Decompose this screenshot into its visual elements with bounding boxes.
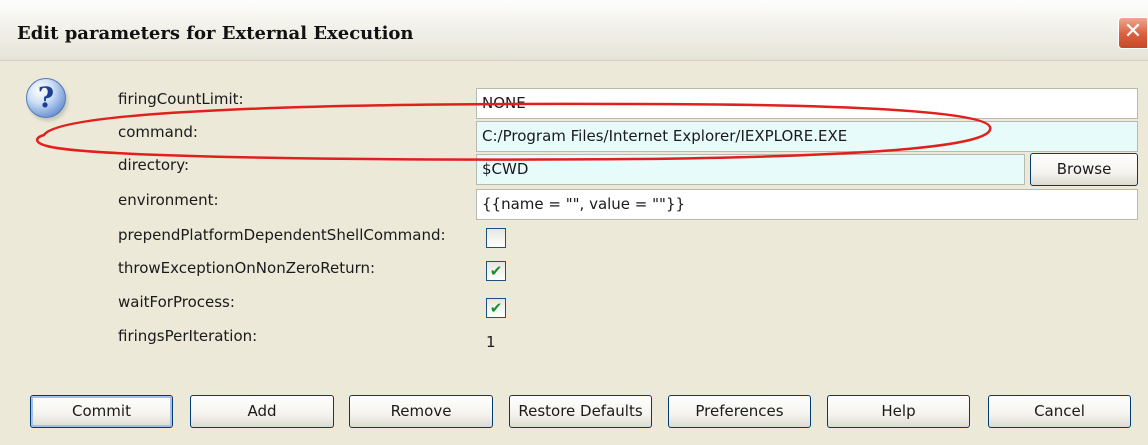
label-command: command: <box>118 123 198 141</box>
directory-field[interactable]: $CWD <box>476 154 1025 185</box>
add-button[interactable]: Add <box>190 395 334 428</box>
help-button[interactable]: Help <box>827 395 970 428</box>
browse-button[interactable]: Browse <box>1030 153 1138 186</box>
preferences-button[interactable]: Preferences <box>668 395 811 428</box>
remove-button[interactable]: Remove <box>349 395 493 428</box>
wait-for-process-checkbox[interactable]: ✔ <box>486 298 506 318</box>
restore-defaults-button[interactable]: Restore Defaults <box>509 395 652 428</box>
dialog-window: Edit parameters for External Execution ✕… <box>0 0 1148 445</box>
label-wait-for-process: waitForProcess: <box>118 293 235 311</box>
commit-button[interactable]: Commit <box>30 395 173 428</box>
label-firing-count-limit: firingCountLimit: <box>118 90 244 108</box>
cancel-button[interactable]: Cancel <box>988 395 1131 428</box>
label-firings-per-iteration: firingsPerIteration: <box>118 327 258 345</box>
title-bar[interactable]: Edit parameters for External Execution ✕ <box>0 0 1148 61</box>
prepend-shell-command-checkbox[interactable] <box>486 228 506 248</box>
dialog-body: ? firingCountLimit: NONE command: C:/Pro… <box>0 60 1148 445</box>
label-environment: environment: <box>118 191 219 209</box>
command-field[interactable]: C:/Program Files/Internet Explorer/IEXPL… <box>476 121 1138 152</box>
label-directory: directory: <box>118 156 190 174</box>
label-prepend-platform-dependent-shell-command: prependPlatformDependentShellCommand: <box>118 226 446 244</box>
environment-field[interactable]: {{name = "", value = ""}} <box>476 189 1138 220</box>
label-throw-exception-on-non-zero-return: throwExceptionOnNonZeroReturn: <box>118 259 376 277</box>
window-title: Edit parameters for External Execution <box>17 23 414 44</box>
close-icon[interactable]: ✕ <box>1118 17 1148 49</box>
question-icon: ? <box>26 78 66 118</box>
firing-count-limit-field[interactable]: NONE <box>476 88 1138 119</box>
throw-exception-checkbox[interactable]: ✔ <box>486 261 506 281</box>
firings-per-iteration-value: 1 <box>486 333 496 351</box>
